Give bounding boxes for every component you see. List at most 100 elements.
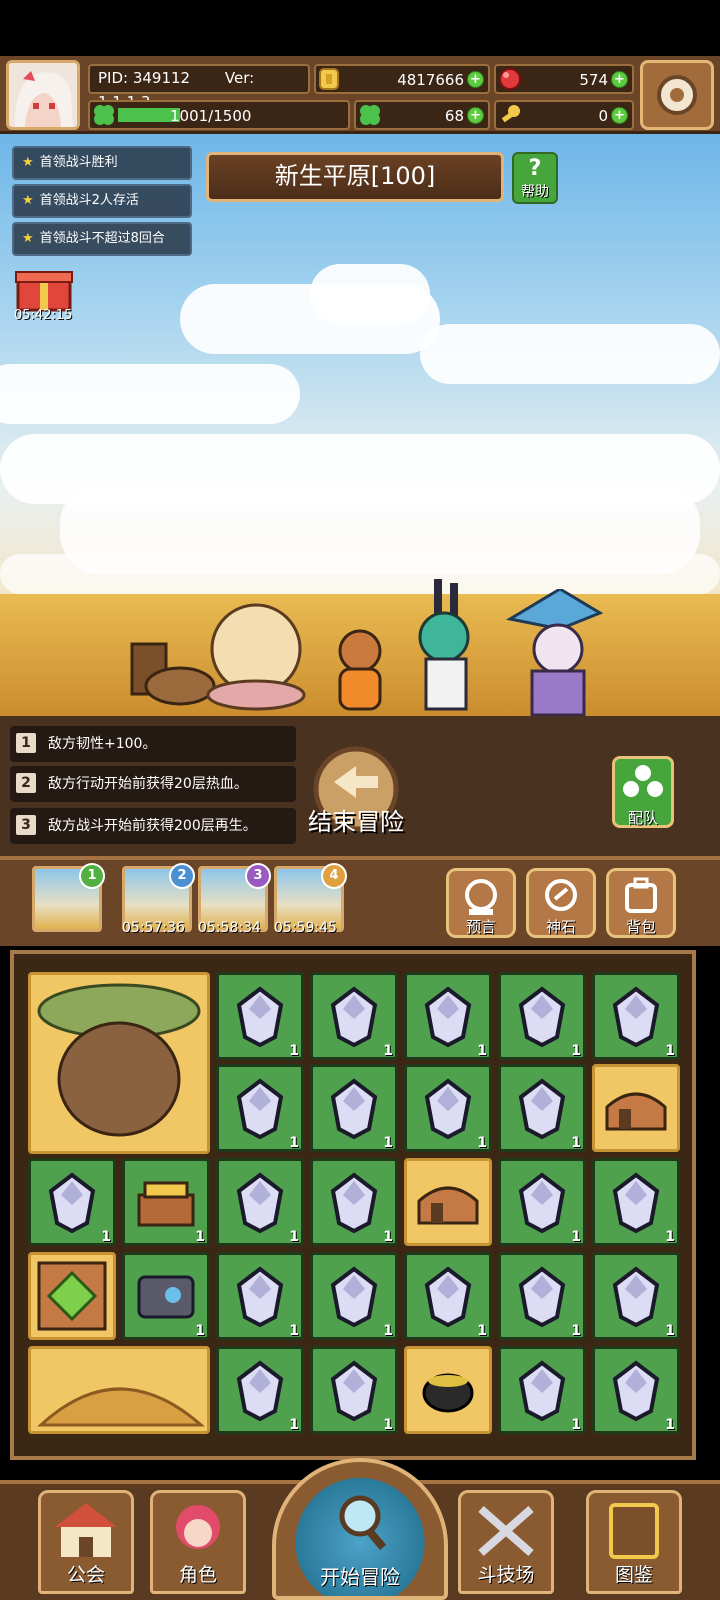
ruby-box: 574 +	[494, 64, 634, 94]
cooking-pot-icon	[422, 1373, 474, 1413]
guild-house-icon	[55, 1503, 117, 1557]
gold-add-button[interactable]: +	[467, 71, 484, 88]
status-bar	[0, 0, 720, 56]
nav-character[interactable]: 角色	[150, 1490, 246, 1594]
nav-character-label: 角色	[178, 1564, 217, 1586]
inventory-cell[interactable]	[28, 1346, 210, 1434]
item-quantity: 1	[195, 1229, 205, 1245]
stone-icon	[545, 879, 577, 911]
item-quantity: 1	[571, 1229, 581, 1245]
inventory-cell[interactable]: 1	[498, 1158, 586, 1246]
team-icon	[623, 765, 663, 797]
nav-codex[interactable]: 图鉴	[586, 1490, 682, 1594]
god-stone-label: 神石	[545, 918, 576, 936]
item-quantity: 1	[571, 1135, 581, 1151]
clover-exp-icon	[94, 105, 114, 125]
settings-button[interactable]	[640, 60, 714, 130]
inventory-cell[interactable]: 1	[310, 972, 398, 1060]
inventory-cell[interactable]: 1	[122, 1158, 210, 1246]
inventory-cell[interactable]: 1	[498, 972, 586, 1060]
inventory-cell[interactable]: 1	[404, 1064, 492, 1152]
character-face-icon	[176, 1505, 220, 1549]
item-quantity: 1	[665, 1229, 675, 1245]
inventory-cell[interactable]: 1	[592, 1346, 680, 1434]
rule-item: 1 敌方韧性+100。	[10, 726, 296, 762]
inventory-cell[interactable]: 1	[592, 1158, 680, 1246]
inventory-cell[interactable]: 1	[216, 1346, 304, 1434]
inventory-cell[interactable]: 1	[310, 1064, 398, 1152]
inventory-cell[interactable]	[592, 1064, 680, 1152]
item-quantity: 1	[665, 1043, 675, 1059]
exp-box: 1001/1500	[88, 100, 350, 130]
nav-start-label: 开始冒险	[320, 1565, 400, 1589]
backpack-label: 背包	[625, 918, 656, 936]
inventory-cell[interactable]: 1	[498, 1346, 586, 1434]
stage-slot[interactable]: 1	[32, 863, 105, 932]
end-adventure-button[interactable]: 结束冒险	[300, 744, 412, 840]
gift-icon	[15, 271, 73, 312]
inventory-cell[interactable]: 1	[216, 1158, 304, 1246]
inventory-cell[interactable]: 1	[498, 1064, 586, 1152]
key-icon	[501, 105, 520, 123]
help-label: 帮助	[521, 184, 549, 200]
inventory-cell[interactable]	[404, 1158, 492, 1246]
key-add-button[interactable]: +	[611, 107, 628, 124]
book-icon	[609, 1503, 659, 1559]
exp-text: 1001/1500	[170, 107, 252, 125]
nav-guild[interactable]: 公会	[38, 1490, 134, 1594]
inventory-cell[interactable]: 1	[28, 1158, 116, 1246]
inventory-cell[interactable]: 1	[310, 1158, 398, 1246]
slot-timer: 05:59:45	[274, 920, 337, 936]
clover-amount: 68	[444, 107, 464, 125]
inventory-cell[interactable]: 1	[310, 1346, 398, 1434]
item-quantity: 1	[289, 1417, 299, 1433]
question-mark-icon: ?	[528, 156, 542, 181]
inventory-cell[interactable]: 1	[404, 972, 492, 1060]
item-quantity: 1	[571, 1043, 581, 1059]
gear-icon	[657, 75, 697, 115]
backpack-icon	[625, 877, 657, 913]
item-quantity: 1	[383, 1323, 393, 1339]
nav-guild-label: 公会	[66, 1564, 105, 1586]
prophecy-button[interactable]: 预言	[446, 868, 516, 938]
slot-timer: 05:58:34	[198, 920, 261, 936]
inventory-cell[interactable]: 1	[404, 1252, 492, 1340]
inventory-cell[interactable]: 1	[310, 1252, 398, 1340]
backpack-button[interactable]: 背包	[606, 868, 676, 938]
ruby-icon	[499, 68, 521, 90]
end-adventure-label: 结束冒险	[308, 808, 404, 836]
key-box: 0 +	[494, 100, 634, 130]
item-quantity: 1	[195, 1323, 205, 1339]
bunny-girl-hero	[418, 579, 470, 711]
team-button[interactable]: 配队	[612, 756, 674, 828]
inventory-cell[interactable]: 1	[216, 972, 304, 1060]
inventory-cell[interactable]: 1	[592, 972, 680, 1060]
shell-enemy	[206, 603, 306, 711]
item-quantity: 1	[665, 1323, 675, 1339]
inventory-cell[interactable]: 1	[122, 1252, 210, 1340]
item-quantity: 1	[477, 1043, 487, 1059]
inventory-cell[interactable]: 1	[592, 1252, 680, 1340]
inventory-cell[interactable]: 1	[216, 1064, 304, 1152]
inventory-cell[interactable]: 1	[216, 1252, 304, 1340]
help-button[interactable]: ? 帮助	[512, 152, 558, 204]
nav-arena[interactable]: 斗技场	[458, 1490, 554, 1594]
id-version-box: PID: 349112 Ver: 1.1.1.3	[88, 64, 310, 111]
gift-box-button[interactable]: 05:42:15	[14, 264, 74, 326]
quest-item: ★ 首领战斗胜利	[12, 146, 192, 180]
inventory-cell[interactable]	[404, 1346, 492, 1434]
inventory-cell[interactable]	[28, 1252, 116, 1340]
inventory-cell[interactable]: 1	[498, 1252, 586, 1340]
quest-item: ★ 首领战斗不超过8回合	[12, 222, 192, 256]
gold-coin-icon	[319, 68, 339, 90]
star-icon: ★	[22, 193, 34, 208]
ruby-add-button[interactable]: +	[611, 71, 628, 88]
nav-start-adventure[interactable]: 开始冒险	[272, 1458, 448, 1600]
player-avatar[interactable]	[6, 60, 80, 130]
gold-amount: 4817666	[397, 71, 464, 89]
inventory-cell[interactable]	[28, 972, 210, 1154]
god-stone-button[interactable]: 神石	[526, 868, 596, 938]
ruby-amount: 574	[579, 71, 608, 89]
clover-add-button[interactable]: +	[467, 107, 484, 124]
item-quantity: 1	[383, 1417, 393, 1433]
